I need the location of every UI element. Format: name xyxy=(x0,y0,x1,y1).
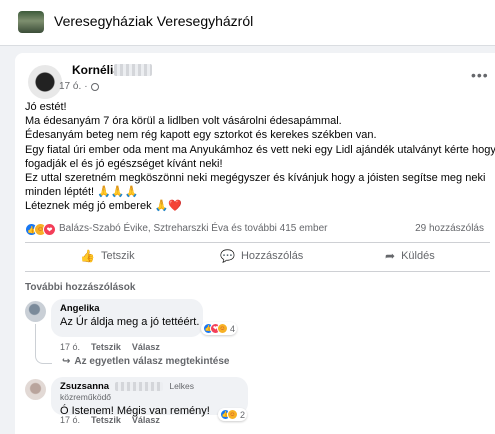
thread-line xyxy=(35,324,52,364)
post-line: Ez uttal szeretném megköszönni neki megé… xyxy=(25,172,486,185)
commenter-name-text[interactable]: Zsuzsanna xyxy=(60,381,109,392)
comment-time[interactable]: 17 ó. xyxy=(60,342,80,352)
post-line: Jó estét! xyxy=(25,101,67,113)
more-comments-link[interactable]: További hozzászólások xyxy=(25,282,135,293)
post-line: fogadják el és jó egészséget kívánt neki… xyxy=(25,157,223,170)
comment-meta: 17 ó. Tetszik Válasz xyxy=(60,415,160,425)
comment-reactions[interactable]: 👍 ❤ ☺ 4 xyxy=(201,322,238,335)
group-header: Veresegyháziak Veresegyházról xyxy=(0,0,495,46)
redacted-name xyxy=(114,381,163,391)
comment-reply-link[interactable]: Válasz xyxy=(132,342,160,352)
commenter-avatar[interactable] xyxy=(25,301,46,322)
reactors-text[interactable]: Balázs-Szabó Évike, Sztreharszki Éva és … xyxy=(59,223,327,234)
comment-button[interactable]: 💬 Hozzászólás xyxy=(220,245,303,267)
comment-meta: 17 ó. Tetszik Válasz xyxy=(60,342,160,352)
more-icon[interactable]: ••• xyxy=(471,67,489,83)
comment-like-link[interactable]: Tetszik xyxy=(91,415,121,425)
post-line: Egy fiatal úri ember oda ment ma Anyukám… xyxy=(25,143,495,156)
reaction-count: 2 xyxy=(240,409,246,420)
group-cover-thumbnail[interactable] xyxy=(18,11,44,33)
redacted-name xyxy=(114,64,152,76)
comment-reply-link[interactable]: Válasz xyxy=(132,415,160,425)
love-icon: ❤ xyxy=(43,223,56,236)
care-icon: ☺ xyxy=(227,409,238,420)
group-name[interactable]: Veresegyháziak Veresegyházról xyxy=(54,13,253,29)
like-label: Tetszik xyxy=(100,250,135,262)
commenter-name[interactable]: Angelika xyxy=(60,303,194,314)
comment-label: Hozzászólás xyxy=(240,250,304,262)
post-line: Ma édesanyám 7 óra körül a lidlben volt … xyxy=(25,115,342,128)
post-card: Kornélia 17 ó. · ••• Jó estét! Ma édesan… xyxy=(15,53,495,434)
comment-time[interactable]: 17 ó. xyxy=(60,415,80,425)
comment-bubble: Angelika Az Úr áldja meg a jó tettéért. xyxy=(51,299,203,337)
post-line: Léteznek még jó emberek 🙏❤️ xyxy=(25,200,183,213)
like-icon: 👍 xyxy=(80,249,95,263)
reaction-icons[interactable]: 👍 ☺ ❤ xyxy=(25,223,56,236)
post-line: minden léptét! 🙏🙏🙏 xyxy=(25,186,139,199)
comment-text: Az Úr áldja meg a jó tettéért. xyxy=(60,316,200,328)
author-avatar[interactable] xyxy=(28,65,62,99)
comment-bubble: Zsuzsanna Lelkes közreműködő Ó Istenem! … xyxy=(51,377,248,417)
divider xyxy=(25,242,490,243)
comments-count[interactable]: 29 hozzászólás xyxy=(415,223,484,234)
send-label: Küldés xyxy=(401,250,435,262)
comment-like-link[interactable]: Tetszik xyxy=(91,342,121,352)
globe-icon xyxy=(90,82,99,91)
view-replies-link[interactable]: ↪ Az egyetlen válasz megtekintése xyxy=(62,356,229,367)
commenter-avatar[interactable] xyxy=(25,379,46,400)
view-replies-label: Az egyetlen válasz megtekintése xyxy=(74,356,230,367)
commenter-name: Zsuzsanna Lelkes közreműködő xyxy=(60,381,239,403)
post-author-name[interactable]: Kornélia xyxy=(72,63,120,77)
reply-arrow-icon: ↪ xyxy=(62,356,71,367)
post-body: Jó estét! Ma édesanyám 7 óra körül a lid… xyxy=(25,100,495,214)
like-button[interactable]: 👍 Tetszik xyxy=(80,245,135,267)
reaction-count: 4 xyxy=(230,323,236,334)
send-button[interactable]: ➦ Küldés xyxy=(385,245,435,267)
reactions-summary: 👍 ☺ ❤ Balázs-Szabó Évike, Sztreharszki É… xyxy=(25,222,490,238)
post-line: Édesanyám beteg nem rég kapott egy sztor… xyxy=(25,129,377,142)
care-icon: ☺ xyxy=(217,323,228,334)
post-time[interactable]: 17 ó. xyxy=(59,81,81,92)
comment-icon: 💬 xyxy=(220,249,235,263)
comment-reactions[interactable]: 👍 ☺ 2 xyxy=(218,408,248,421)
divider xyxy=(25,271,490,272)
send-icon: ➦ xyxy=(385,249,396,263)
post-meta: 17 ó. · xyxy=(59,81,99,92)
